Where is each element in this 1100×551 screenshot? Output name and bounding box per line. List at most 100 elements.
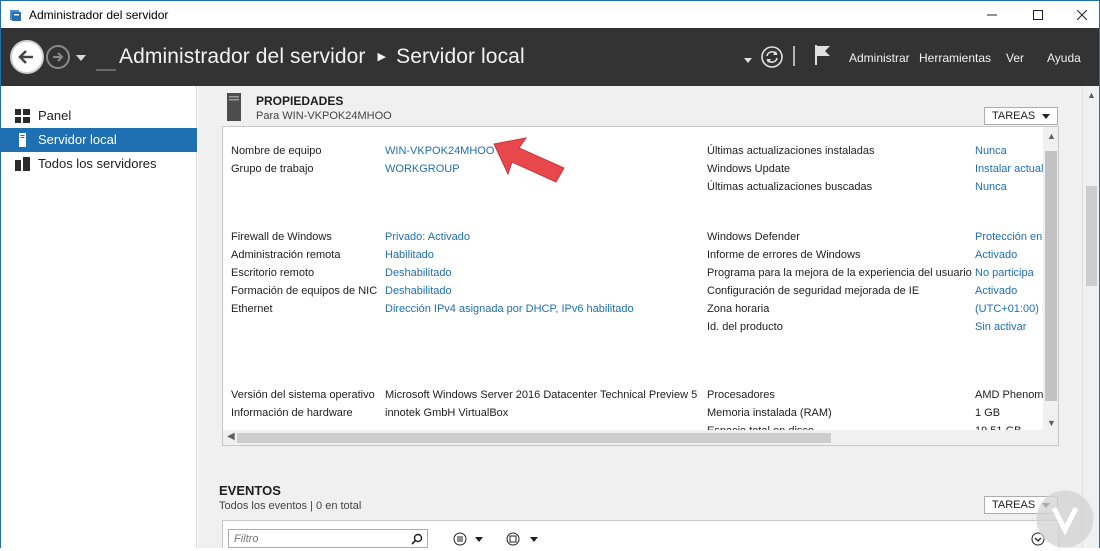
prop-label: Programa para la mejora de la experienci… bbox=[707, 267, 972, 279]
scroll-thumb[interactable] bbox=[237, 433, 831, 443]
scroll-thumb[interactable] bbox=[1086, 186, 1097, 286]
prop-label: Windows Update bbox=[707, 163, 791, 175]
prop-label: Procesadores bbox=[707, 389, 775, 401]
timezone-link[interactable]: (UTC+01:00) B bbox=[975, 303, 1049, 315]
header-divider bbox=[793, 46, 796, 69]
prop-label: Últimas actualizaciones instaladas bbox=[707, 145, 875, 157]
close-button[interactable] bbox=[1059, 1, 1100, 29]
processors-value: AMD Phenom bbox=[975, 389, 1044, 401]
prop-label: Escritorio remoto bbox=[231, 267, 315, 279]
workgroup-link[interactable]: WORKGROUP bbox=[385, 163, 460, 175]
sidebar-item-todos-servidores[interactable]: Todos los servidores bbox=[1, 152, 197, 176]
prop-label: Últimas actualizaciones buscadas bbox=[707, 181, 873, 193]
sidebar: Panel Servidor local Todos los servidore… bbox=[0, 86, 197, 548]
watermark-icon bbox=[1037, 491, 1093, 547]
prop-label: Configuración de seguridad mejorada de I… bbox=[707, 285, 920, 297]
prop-label: Memoria instalada (RAM) bbox=[707, 407, 832, 419]
refresh-button[interactable] bbox=[760, 45, 784, 72]
notifications-dropdown-icon[interactable] bbox=[744, 53, 752, 67]
tasks-label: TAREAS bbox=[992, 499, 1036, 511]
properties-subtitle: Para WIN-VKPOK24MHOO bbox=[256, 110, 392, 122]
scroll-down-icon[interactable]: ▼ bbox=[1047, 418, 1056, 428]
server-tile-icon bbox=[227, 93, 241, 121]
hardware-info-value: innotek GmbH VirtualBox bbox=[385, 407, 509, 419]
maximize-icon bbox=[1033, 10, 1043, 20]
back-button[interactable] bbox=[10, 40, 44, 74]
forward-arrow-icon bbox=[53, 52, 64, 62]
prop-label: Ethernet bbox=[231, 303, 273, 315]
computer-name-link[interactable]: WIN-VKPOK24MHOO bbox=[385, 145, 494, 157]
history-dropdown-icon[interactable] bbox=[76, 55, 86, 61]
product-id-link[interactable]: Sin activar bbox=[975, 321, 1026, 333]
sidebar-item-label: Todos los servidores bbox=[38, 156, 157, 171]
sidebar-item-servidor-local[interactable]: Servidor local bbox=[1, 128, 197, 152]
scroll-up-icon[interactable]: ▲ bbox=[1047, 131, 1056, 141]
prop-label: Id. del producto bbox=[707, 321, 783, 333]
close-icon bbox=[1077, 10, 1087, 20]
last-updates-installed-link[interactable]: Nunca bbox=[975, 145, 1007, 157]
dashboard-icon bbox=[15, 109, 30, 123]
prop-label: Grupo de trabajo bbox=[231, 163, 314, 175]
events-title: EVENTOS bbox=[219, 483, 281, 498]
sidebar-item-panel[interactable]: Panel bbox=[1, 104, 197, 128]
filter-placeholder: Filtro bbox=[234, 533, 259, 545]
last-updates-checked-link[interactable]: Nunca bbox=[975, 181, 1007, 193]
ceip-link[interactable]: No participa bbox=[975, 267, 1034, 279]
scroll-up-icon[interactable]: ▲ bbox=[1087, 90, 1096, 100]
menu-ver[interactable]: Ver bbox=[1006, 51, 1024, 65]
prop-label: Zona horaria bbox=[707, 303, 770, 315]
sidebar-item-label: Panel bbox=[38, 108, 72, 123]
windows-defender-link[interactable]: Protección en bbox=[975, 231, 1042, 243]
refresh-icon bbox=[761, 46, 783, 68]
properties-tasks-dropdown[interactable]: TAREAS bbox=[984, 107, 1058, 125]
breadcrumb-root[interactable]: Administrador del servidor bbox=[119, 45, 366, 68]
prop-label: Informe de errores de Windows bbox=[707, 249, 861, 261]
nic-teaming-link[interactable]: Deshabilitado bbox=[385, 285, 452, 297]
save-query-button[interactable] bbox=[506, 532, 542, 546]
properties-vertical-scrollbar[interactable]: ▲ ▼ bbox=[1043, 127, 1058, 445]
server-icon bbox=[19, 133, 26, 147]
search-icon bbox=[411, 533, 423, 545]
menu-herramientas[interactable]: Herramientas bbox=[919, 51, 991, 65]
prop-label: Firewall de Windows bbox=[231, 231, 332, 243]
events-subtitle: Todos los eventos | 0 en total bbox=[219, 500, 362, 512]
breadcrumb-current[interactable]: Servidor local bbox=[396, 45, 525, 68]
ram-value: 1 GB bbox=[975, 407, 1001, 419]
remote-management-link[interactable]: Habilitado bbox=[385, 249, 434, 261]
flag-icon bbox=[815, 45, 830, 65]
ethernet-link[interactable]: Dirección IPv4 asignada por DHCP, IPv6 h… bbox=[385, 303, 634, 315]
windows-update-link[interactable]: Instalar actuali bbox=[975, 163, 1046, 175]
prop-label: Formación de equipos de NIC bbox=[231, 285, 378, 297]
minimize-button[interactable] bbox=[969, 1, 1015, 29]
breadcrumb: Administrador del servidor ▶ Servidor loca… bbox=[119, 45, 525, 69]
remote-desktop-link[interactable]: Deshabilitado bbox=[385, 267, 452, 279]
firewall-link[interactable]: Privado: Activado bbox=[385, 231, 470, 243]
back-arrow-icon bbox=[18, 50, 33, 64]
forward-button[interactable] bbox=[46, 45, 70, 69]
properties-horizontal-scrollbar[interactable]: ◀ bbox=[223, 430, 1043, 445]
breadcrumb-underline bbox=[96, 69, 116, 71]
list-options-button[interactable] bbox=[453, 532, 489, 546]
error-reporting-link[interactable]: Activado bbox=[975, 249, 1017, 261]
properties-title: PROPIEDADES bbox=[256, 94, 344, 108]
prop-label: Información de hardware bbox=[231, 407, 353, 419]
annotation-arrow-icon bbox=[493, 137, 565, 183]
events-filter-input[interactable]: Filtro bbox=[228, 529, 428, 548]
main-vertical-scrollbar[interactable]: ▲ bbox=[1082, 86, 1100, 548]
list-options-icon bbox=[453, 532, 483, 546]
window-title: Administrador del servidor bbox=[29, 8, 169, 22]
notifications-button[interactable] bbox=[814, 44, 832, 69]
maximize-button[interactable] bbox=[1015, 1, 1061, 29]
menu-administrar[interactable]: Administrar bbox=[849, 51, 910, 65]
title-bar: Administrador del servidor bbox=[0, 0, 1100, 28]
scroll-left-icon[interactable]: ◀ bbox=[227, 431, 235, 442]
properties-panel: Nombre de equipo WIN-VKPOK24MHOO Grupo d… bbox=[222, 126, 1059, 446]
server-manager-app-icon bbox=[10, 10, 21, 21]
watermark-logo bbox=[1036, 490, 1094, 548]
scroll-thumb[interactable] bbox=[1045, 151, 1057, 401]
menu-ayuda[interactable]: Ayuda bbox=[1047, 51, 1081, 65]
ie-esc-link[interactable]: Activado bbox=[975, 285, 1017, 297]
prop-label: Nombre de equipo bbox=[231, 145, 322, 157]
save-icon bbox=[506, 532, 538, 546]
prop-label: Administración remota bbox=[231, 249, 341, 261]
